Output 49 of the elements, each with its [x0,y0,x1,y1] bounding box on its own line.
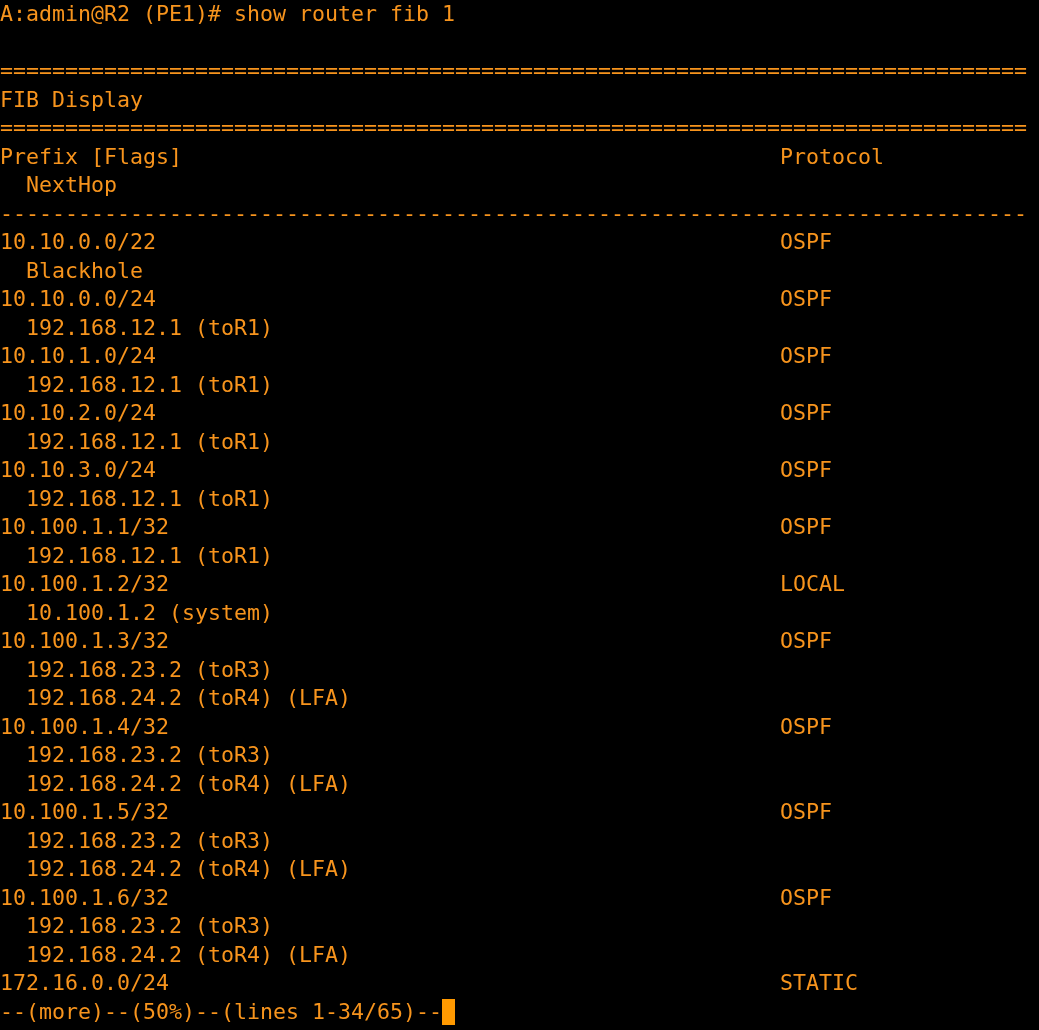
next-hop: 192.168.24.2 (toR4) (LFA) [26,770,351,796]
route-prefix: 10.100.1.5/32 [0,799,169,824]
route-prefix: 10.100.1.4/32 [0,713,169,739]
route-prefix: 10.10.0.0/24 [0,286,156,311]
route-prefix: 10.10.0.0/22 [0,229,156,254]
next-hop: 192.168.23.2 (toR3) [26,913,273,938]
next-hop: 192.168.24.2 (toR4) (LFA) [26,856,351,881]
next-hop: 192.168.12.1 (toR1) [26,371,273,397]
separator-line: =============================================================================== [0,58,1028,83]
route-prefix: 10.100.1.2/32 [0,571,169,596]
route-protocol: OSPF [780,799,833,824]
route-prefix: 10.100.1.6/32 [0,884,169,910]
route-prefix: 10.10.1.0/24 [0,343,156,368]
route-prefix: 10.100.1.1/32 [0,514,169,539]
separator-line: ------------------------------------------------------------------------------- [0,200,1028,226]
next-hop: 192.168.12.1 (toR1) [26,542,273,568]
next-hop: Blackhole [26,257,143,283]
next-hop: 192.168.12.1 (toR1) [26,314,273,340]
route-protocol: OSPF [780,514,833,539]
column-header: NextHop [26,172,117,197]
next-hop: 192.168.23.2 (toR3) [26,827,273,853]
route-protocol: OSPF [780,884,833,910]
route-protocol: LOCAL [780,571,846,596]
pager-status: --(more)--(50%)--(lines 1-34/65)-- [0,997,443,1026]
route-protocol: OSPF [780,713,833,739]
route-protocol: OSPF [780,628,833,653]
column-header: Prefix [Flags] [0,143,182,169]
route-prefix: 172.16.0.0/24 [0,970,169,995]
route-protocol: STATIC [780,970,859,995]
report-title: FIB Display [0,86,143,112]
next-hop: 192.168.12.1 (toR1) [26,428,273,454]
next-hop: 10.100.1.2 (system) [26,599,273,625]
next-hop: 192.168.24.2 (toR4) (LFA) [26,685,351,710]
text-cursor [442,998,456,1025]
column-header: Protocol [780,143,885,169]
route-prefix: 10.10.3.0/24 [0,457,156,482]
route-protocol: OSPF [780,286,833,311]
separator-line: =============================================================================== [0,115,1028,140]
next-hop: 192.168.12.1 (toR1) [26,485,273,511]
route-protocol: OSPF [780,229,833,254]
route-protocol: OSPF [780,400,833,425]
next-hop: 192.168.23.2 (toR3) [26,742,273,767]
route-protocol: OSPF [780,457,833,482]
next-hop: 192.168.23.2 (toR3) [26,656,273,682]
next-hop: 192.168.24.2 (toR4) (LFA) [26,941,351,967]
route-prefix: 10.100.1.3/32 [0,628,169,653]
route-protocol: OSPF [780,343,833,368]
command-prompt: A:admin@R2 (PE1)# show router fib 1 [0,1,456,26]
route-prefix: 10.10.2.0/24 [0,400,156,425]
